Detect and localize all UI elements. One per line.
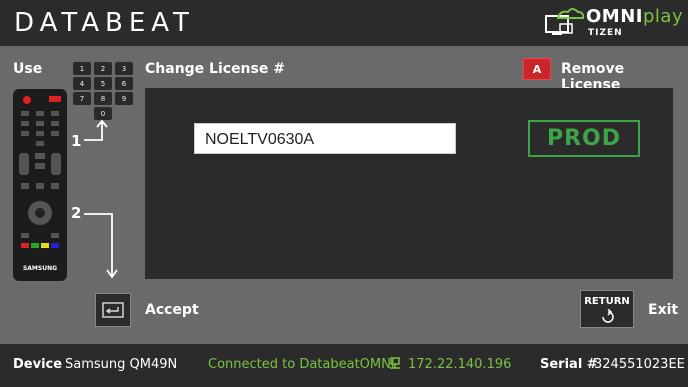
omni-text: OMNI [586,6,643,27]
step-2-arrow-icon [84,213,118,279]
return-key[interactable]: RETURN [580,290,634,328]
remote-buttons-icon [19,96,61,248]
keypad-key-2[interactable]: 2 [94,62,112,75]
omniplay-wordmark: OMNIplay [586,6,683,27]
keypad-key-1[interactable]: 1 [73,62,91,75]
tv-remote-image: SAMSUNG [13,89,67,281]
prod-button[interactable]: PROD [528,120,640,157]
use-label: Use [13,61,43,77]
tizen-label: TIZEN [588,28,623,38]
number-keypad: 1 2 3 4 5 6 7 8 9 0 [71,60,135,120]
serial-label: Serial # [540,357,598,372]
keypad-key-9[interactable]: 9 [115,92,133,105]
keypad-key-3[interactable]: 3 [115,62,133,75]
keypad-key-7[interactable]: 7 [73,92,91,105]
keypad-key-5[interactable]: 5 [94,77,112,90]
footer-status-bar: Device Samsung QM49N Connected to Databe… [0,344,688,387]
keypad-key-4[interactable]: 4 [73,77,91,90]
play-text: play [642,6,684,27]
keypad-key-8[interactable]: 8 [94,92,112,105]
accept-label: Accept [145,302,199,318]
connection-status: Connected to DatabeatOMNI [208,357,395,372]
return-arrow-icon [602,309,614,323]
license-panel [145,88,673,279]
accept-enter-key[interactable] [95,293,131,327]
device-label: Device [13,357,63,372]
return-key-label: RETURN [584,296,630,307]
remote-brand: SAMSUNG [22,265,58,272]
enter-arrow-icon [102,302,124,318]
network-icon [390,357,400,369]
step-2-label: 2 [71,204,82,222]
change-license-label: Change License # [145,61,285,77]
license-number-input[interactable]: NOELTV0630A [194,123,456,154]
exit-label: Exit [648,302,679,318]
databeat-logo: DATABEAT [14,8,195,38]
device-value: Samsung QM49N [65,357,178,372]
step-1-label: 1 [71,132,82,150]
step-1-arrow-icon [84,119,108,141]
keypad-key-6[interactable]: 6 [115,77,133,90]
ip-address: 172.22.140.196 [408,357,512,372]
remove-license-red-key[interactable]: A [523,58,551,80]
serial-value: 324551023EE [594,357,685,372]
